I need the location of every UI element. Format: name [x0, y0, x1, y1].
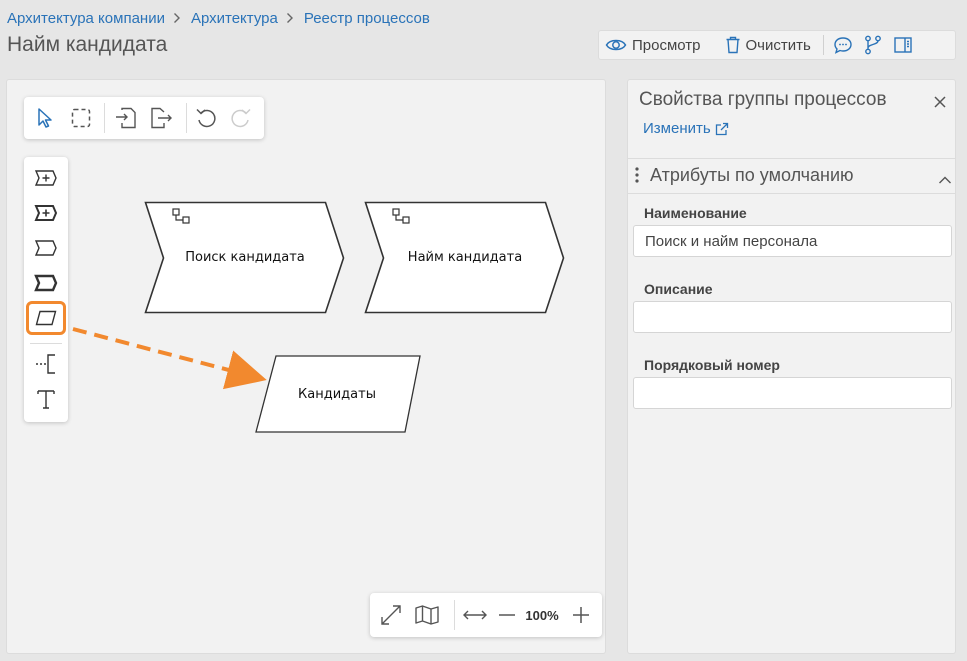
close-icon	[934, 96, 946, 108]
description-field[interactable]	[633, 301, 952, 333]
comment-icon	[834, 37, 852, 54]
fit-width-button[interactable]	[458, 593, 492, 637]
top-toolbar: Просмотр Очистить	[598, 30, 956, 60]
process-label-search-candidate: Поиск кандидата	[185, 250, 305, 265]
redo-icon	[231, 108, 251, 128]
external-link-icon	[715, 122, 728, 135]
palette-process-group-bold-tool[interactable]	[28, 198, 64, 228]
trash-icon	[726, 36, 740, 54]
zoom-toolbar: 100%	[370, 593, 602, 637]
zoom-in-button[interactable]	[566, 593, 596, 637]
name-field-label: Наименование	[644, 205, 747, 221]
palette-process-bold-tool[interactable]	[28, 268, 64, 298]
redo-button[interactable]	[224, 101, 258, 135]
panel-title: Свойства группы процессов	[639, 89, 887, 110]
zoom-value: 100%	[525, 607, 559, 623]
import-button[interactable]	[109, 101, 143, 135]
import-icon	[116, 107, 136, 129]
process-plus-icon	[34, 170, 57, 186]
chevron-right-icon	[286, 12, 294, 24]
versions-button[interactable]	[858, 31, 888, 59]
section-title: Атрибуты по умолчанию	[650, 165, 854, 185]
expand-icon	[381, 605, 401, 625]
cursor-icon	[38, 108, 52, 128]
data-label-candidates: Кандидаты	[298, 387, 376, 402]
section-default-attributes[interactable]: Атрибуты по умолчанию	[628, 158, 955, 194]
name-field[interactable]	[633, 225, 952, 257]
diagram-canvas[interactable]: Поиск кандидата Найм кандидата Кандидаты	[6, 79, 606, 654]
edit-toolbar	[24, 97, 264, 139]
breadcrumb-item-architecture[interactable]: Архитектура	[191, 10, 278, 27]
edit-link-label: Изменить	[643, 120, 711, 137]
eye-icon	[605, 39, 627, 51]
close-panel-button[interactable]	[930, 92, 950, 112]
select-tool[interactable]	[28, 101, 62, 135]
zoom-out-button[interactable]	[494, 593, 520, 637]
breadcrumb-item-company-architecture[interactable]: Архитектура компании	[7, 10, 165, 27]
preview-label: Просмотр	[632, 36, 701, 54]
horizontal-arrows-icon	[463, 610, 487, 620]
export-icon	[151, 107, 172, 129]
process-label-hire-candidate: Найм кандидата	[407, 250, 523, 265]
lasso-tool[interactable]	[64, 101, 98, 135]
diagram-shapes	[72, 201, 565, 433]
clear-label: Очистить	[745, 36, 811, 54]
branch-icon	[864, 35, 881, 55]
palette-data-tool[interactable]	[26, 301, 66, 335]
chevron-right-icon	[173, 12, 181, 24]
toolbar-divider	[186, 103, 187, 133]
properties-panel: Свойства группы процессов Изменить Атриб…	[627, 79, 956, 654]
edit-link[interactable]: Изменить	[643, 120, 729, 137]
text-icon	[37, 390, 55, 409]
palette-process-group-tool[interactable]	[28, 163, 64, 193]
minimap-button[interactable]	[410, 593, 444, 637]
connector-icon	[36, 354, 55, 374]
chevron-up-icon[interactable]	[938, 172, 952, 190]
palette-process-tool[interactable]	[28, 233, 64, 263]
plus-icon	[573, 607, 589, 623]
undo-icon	[196, 108, 216, 128]
preview-button[interactable]: Просмотр	[599, 31, 707, 59]
toolbar-divider	[104, 103, 105, 133]
drag-handle-icon	[634, 166, 640, 189]
zoom-divider	[454, 600, 455, 630]
palette-divider	[30, 343, 62, 344]
process-icon	[34, 240, 57, 256]
fit-screen-button[interactable]	[374, 593, 408, 637]
map-icon	[415, 605, 439, 625]
order-number-field-label: Порядковый номер	[644, 357, 780, 373]
breadcrumb-item-process-registry[interactable]: Реестр процессов	[304, 10, 430, 27]
breadcrumb: Архитектура компании Архитектура Реестр …	[7, 8, 430, 28]
toolbar-divider	[822, 35, 824, 55]
process-bold-icon	[34, 274, 58, 292]
description-field-label: Описание	[644, 281, 713, 297]
palette-connector-tool[interactable]	[28, 349, 64, 379]
dashed-selection-icon	[71, 108, 91, 128]
export-button[interactable]	[144, 101, 178, 135]
toggle-panel-button[interactable]	[888, 31, 918, 59]
drag-arrow	[72, 327, 267, 390]
order-number-field[interactable]	[633, 377, 952, 409]
parallelogram-icon	[35, 310, 57, 326]
shape-palette	[24, 157, 68, 422]
side-panel-icon	[894, 37, 912, 53]
comments-button[interactable]	[828, 31, 858, 59]
undo-button[interactable]	[189, 101, 223, 135]
page-title: Найм кандидата	[7, 33, 168, 56]
minus-icon	[499, 614, 515, 616]
process-plus-bold-icon	[34, 205, 58, 221]
palette-text-tool[interactable]	[28, 384, 64, 414]
clear-button[interactable]: Очистить	[719, 31, 817, 59]
zoom-level: 100%	[520, 593, 564, 637]
